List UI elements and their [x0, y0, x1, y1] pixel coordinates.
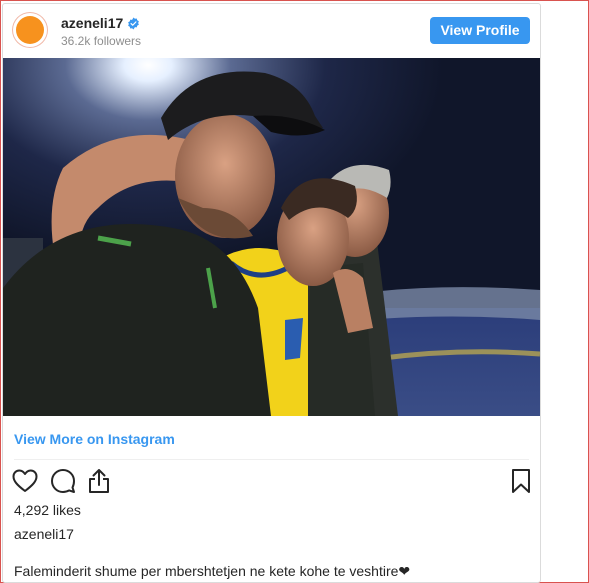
post-header: azeneli17 36.2k followers View Profile — [3, 4, 540, 56]
heart-icon[interactable] — [11, 467, 39, 495]
username-row: azeneli17 — [61, 15, 140, 31]
view-more-link[interactable]: View More on Instagram — [14, 431, 175, 447]
comment-icon[interactable] — [49, 467, 77, 495]
post-caption: Faleminderit shume per mbershtetjen ne k… — [14, 563, 411, 579]
like-count: 4,292 likes — [14, 502, 81, 518]
instagram-embed-card: azeneli17 36.2k followers View Profile V… — [2, 3, 541, 583]
bookmark-icon[interactable] — [507, 467, 535, 495]
divider — [14, 459, 529, 460]
post-owner[interactable]: azeneli17 — [14, 526, 74, 542]
share-icon[interactable] — [85, 467, 113, 495]
view-profile-button[interactable]: View Profile — [430, 17, 530, 44]
follower-count: 36.2k followers — [61, 34, 142, 48]
action-bar — [11, 467, 531, 495]
verified-badge-icon — [128, 17, 140, 29]
username[interactable]: azeneli17 — [61, 15, 123, 31]
avatar[interactable] — [13, 13, 47, 47]
post-photo[interactable] — [3, 58, 540, 416]
